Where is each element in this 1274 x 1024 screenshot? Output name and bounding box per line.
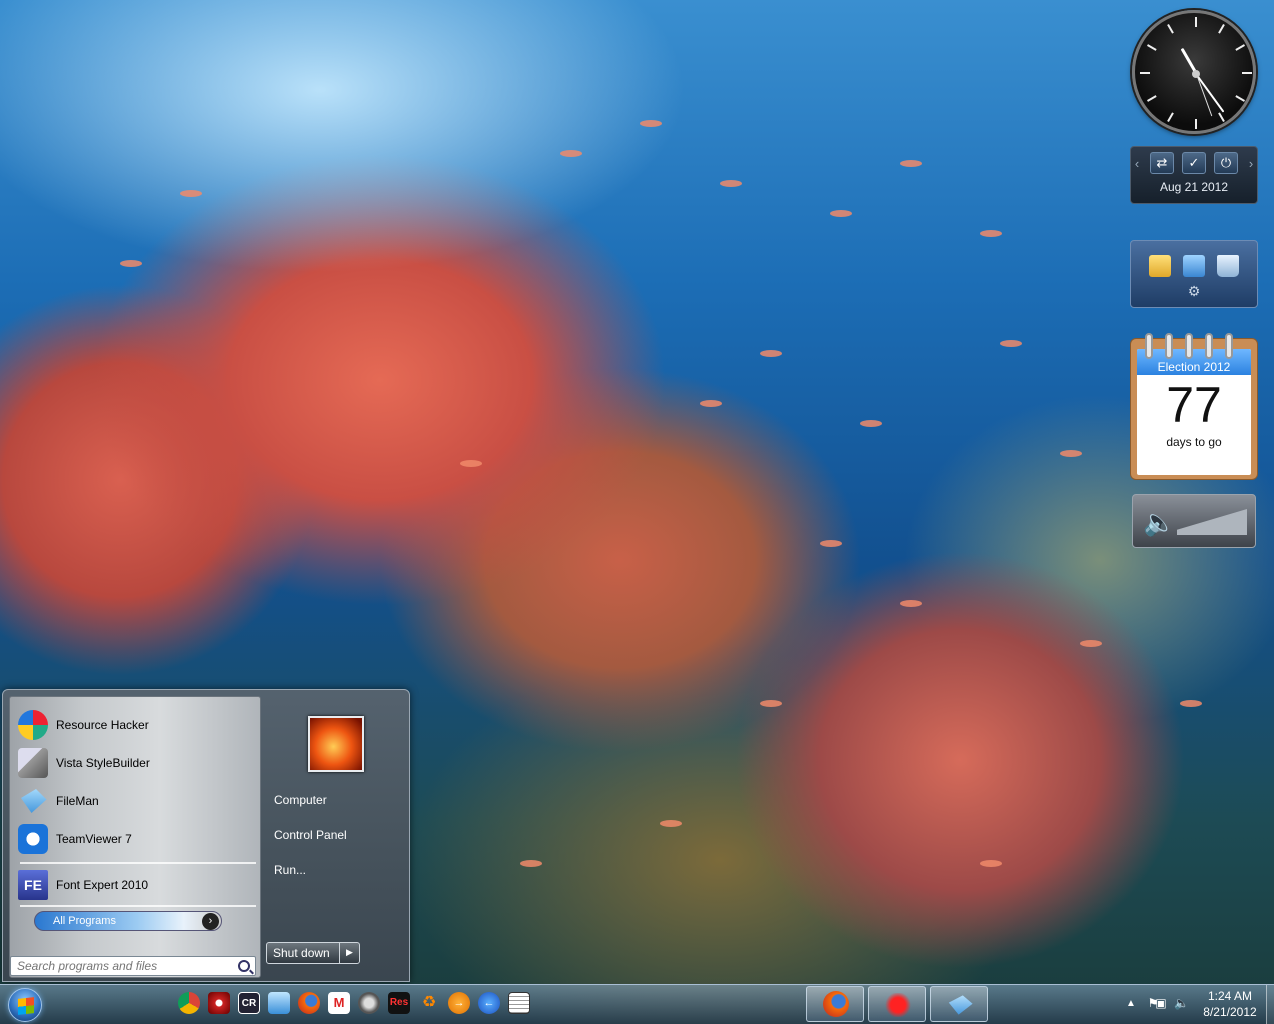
taskbar-clock[interactable]: 1:24 AM 8/21/2012 bbox=[1198, 988, 1262, 1020]
start-menu-programs-pane: Resource Hacker Vista StyleBuilder FileM… bbox=[9, 696, 261, 978]
network-icon[interactable]: ▣ bbox=[1154, 996, 1168, 1010]
taskbar-button-firefox[interactable] bbox=[806, 986, 864, 1022]
gmail-icon[interactable]: M bbox=[328, 992, 350, 1014]
font-expert-icon: FE bbox=[18, 870, 48, 900]
search-input[interactable] bbox=[10, 956, 256, 976]
control-panel-icon[interactable] bbox=[1183, 255, 1205, 277]
gear-icon[interactable]: ⚙ bbox=[1131, 283, 1257, 300]
windows-logo-icon bbox=[18, 997, 34, 1015]
check-button[interactable]: ✓ bbox=[1182, 152, 1206, 174]
recycle-icon[interactable]: ♻ bbox=[418, 992, 440, 1014]
folder-icon[interactable] bbox=[1149, 255, 1171, 277]
show-hidden-icons-arrow[interactable]: ▲ bbox=[1126, 998, 1136, 1009]
firefox-icon bbox=[823, 991, 849, 1017]
start-link-control-panel[interactable]: Control Panel bbox=[274, 828, 347, 842]
shutdown-options-arrow[interactable]: ▶ bbox=[339, 942, 359, 964]
taskbar-button-fileman[interactable] bbox=[930, 986, 988, 1022]
chrome-icon[interactable] bbox=[178, 992, 200, 1014]
app-icon[interactable] bbox=[208, 992, 230, 1014]
start-link-computer[interactable]: Computer bbox=[274, 793, 327, 807]
search-icon[interactable] bbox=[238, 960, 250, 972]
start-item-font-expert[interactable]: FE Font Expert 2010 bbox=[14, 867, 258, 903]
countdown-gadget[interactable]: Election 2012 77 days to go bbox=[1130, 333, 1258, 480]
back-icon[interactable]: ← bbox=[478, 992, 500, 1014]
teamviewer-icon bbox=[18, 824, 48, 854]
reshacker-icon[interactable]: Res bbox=[388, 992, 410, 1014]
volume-slider[interactable] bbox=[1177, 509, 1247, 535]
vista-stylebuilder-icon bbox=[18, 748, 48, 778]
start-item-teamviewer[interactable]: TeamViewer 7 bbox=[14, 821, 258, 857]
user-picture[interactable] bbox=[308, 716, 364, 772]
shutdown-control-gadget: ‹ ⇄ ✓ ⏻ › Aug 21 2012 bbox=[1130, 146, 1258, 204]
countdown-number: 77 bbox=[1166, 377, 1222, 433]
chevron-left-icon[interactable]: ‹ bbox=[1132, 156, 1142, 171]
all-programs-button[interactable]: All Programs › bbox=[34, 911, 222, 931]
start-item-resource-hacker[interactable]: Resource Hacker bbox=[14, 707, 258, 743]
gadget-date: Aug 21 2012 bbox=[1159, 180, 1229, 194]
forward-icon[interactable]: → bbox=[448, 992, 470, 1014]
fileman-icon[interactable] bbox=[268, 992, 290, 1014]
start-item-vista-stylebuilder[interactable]: Vista StyleBuilder bbox=[14, 745, 258, 781]
switch-user-button[interactable]: ⇄ bbox=[1150, 152, 1174, 174]
fileman-icon bbox=[21, 789, 47, 813]
speaker-icon: 🔈 bbox=[1143, 507, 1176, 537]
separator bbox=[20, 905, 256, 907]
taskbar-button-paint[interactable] bbox=[868, 986, 926, 1022]
fileman-icon bbox=[948, 995, 973, 1015]
volume-gadget[interactable]: 🔈 bbox=[1132, 494, 1256, 548]
resource-hacker-icon bbox=[18, 710, 48, 740]
start-button[interactable] bbox=[8, 988, 42, 1022]
chevron-right-icon[interactable]: › bbox=[1246, 156, 1256, 171]
binder-rings bbox=[1145, 333, 1233, 359]
notepad-icon[interactable] bbox=[508, 992, 530, 1014]
launcher-gadget: ⚙ bbox=[1130, 240, 1258, 308]
paint-splash-icon bbox=[884, 993, 912, 1017]
recycle-bin-icon[interactable] bbox=[1217, 255, 1239, 277]
start-item-fileman[interactable]: FileMan bbox=[14, 783, 258, 819]
cr-icon[interactable]: CR bbox=[238, 992, 260, 1014]
start-link-run[interactable]: Run... bbox=[274, 863, 306, 877]
firefox-icon[interactable] bbox=[298, 992, 320, 1014]
power-button[interactable]: ⏻ bbox=[1214, 152, 1238, 174]
arrow-right-icon: › bbox=[202, 913, 219, 930]
disk-icon[interactable] bbox=[358, 992, 380, 1014]
shutdown-button[interactable]: Shut down ▶ bbox=[266, 942, 360, 964]
volume-icon[interactable]: 🔈 bbox=[1174, 996, 1189, 1010]
countdown-caption: days to go bbox=[1166, 435, 1222, 449]
separator bbox=[20, 862, 256, 864]
clock-minute-hand bbox=[1195, 73, 1225, 113]
clock-gadget[interactable] bbox=[1132, 10, 1256, 134]
show-desktop-button[interactable] bbox=[1266, 985, 1274, 1024]
